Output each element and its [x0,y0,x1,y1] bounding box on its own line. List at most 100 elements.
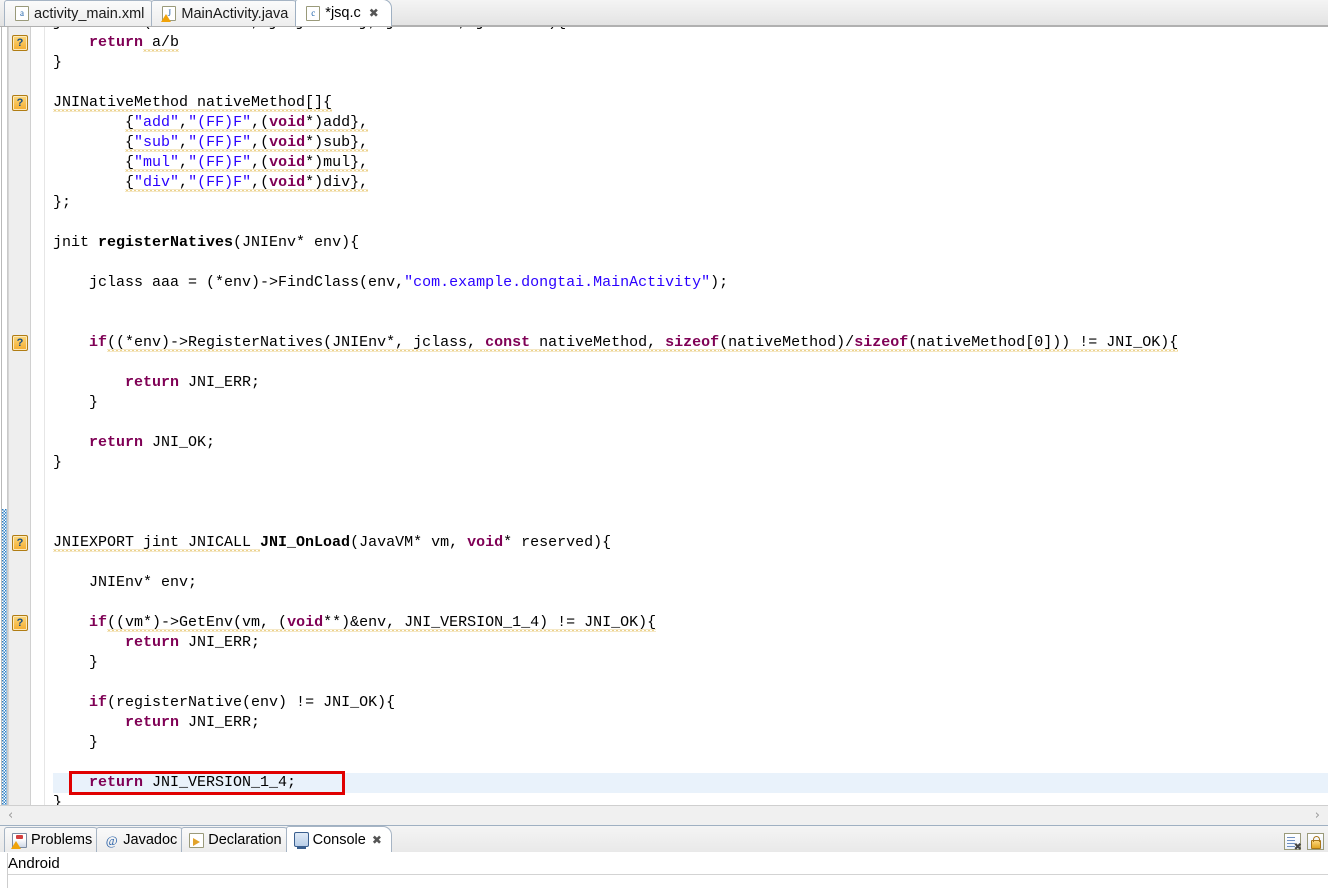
close-icon[interactable]: ✖ [369,7,379,19]
code-line[interactable]: JNIEnv* env; [53,573,1328,593]
code-line-content: {"div","(FF)F",(void*)div}, [125,174,369,192]
code-token: sizeof [854,334,909,351]
code-token: void [287,614,324,631]
code-line[interactable]: return a/b [53,33,1328,53]
code-line[interactable] [53,673,1328,693]
warning-marker[interactable] [12,535,28,551]
code-line[interactable] [53,753,1328,773]
code-token: "(FF)F" [188,154,252,171]
code-line[interactable]: } [53,453,1328,473]
code-line[interactable]: jclass aaa = (*env)->FindClass(env,"com.… [53,273,1328,293]
code-line[interactable] [53,293,1328,313]
code-token: , [179,174,189,191]
code-line[interactable]: {"mul","(FF)F",(void*)mul}, [53,153,1328,173]
code-line[interactable]: {"div","(FF)F",(void*)div}, [53,173,1328,193]
editor-tab-label: *jsq.c [325,5,361,21]
close-icon[interactable]: ✖ [372,833,382,847]
code-line-content: jfloat div(JNIEnv* env, jobject obj, jfl… [53,27,566,31]
code-line[interactable]: } [53,793,1328,805]
code-token: { [125,174,135,191]
code-line[interactable]: } [53,53,1328,73]
editor-horizontal-scrollbar[interactable]: ‹ › [0,805,1328,825]
code-line[interactable] [53,253,1328,273]
editor-tab-activity-main-xml[interactable]: activity_main.xml [4,0,158,26]
code-line[interactable]: return JNI_OK; [53,433,1328,453]
code-line[interactable]: {"sub","(FF)F",(void*)sub}, [53,133,1328,153]
code-line[interactable] [53,473,1328,493]
code-line[interactable]: return JNI_VERSION_1_4; [53,773,1328,793]
code-token: return [125,374,180,391]
scroll-right-arrow-icon[interactable]: › [1315,808,1320,823]
code-line[interactable] [53,213,1328,233]
tab-problems[interactable]: Problems [4,827,103,852]
code-token: ((*env)->RegisterNatives(JNIEnv*, jclass… [107,334,486,351]
code-token: } [53,54,63,71]
tab-label: Console [312,831,366,848]
code-line[interactable]: JNIEXPORT jint JNICALL JNI_OnLoad(JavaVM… [53,533,1328,553]
code-line[interactable] [53,493,1328,513]
code-line[interactable]: }; [53,193,1328,213]
code-line[interactable]: } [53,393,1328,413]
code-line[interactable] [53,513,1328,533]
tab-console[interactable]: Console ✖ [285,826,392,852]
code-line[interactable] [53,313,1328,333]
code-line[interactable]: JNINativeMethod nativeMethod[]{ [53,93,1328,113]
code-editor[interactable]: jfloat div(JNIEnv* env, jobject obj, jfl… [0,27,1328,805]
code-line[interactable] [53,353,1328,373]
code-line-content: } [89,654,98,671]
code-line-content: {"mul","(FF)F",(void*)mul}, [125,154,369,172]
tab-declaration[interactable]: Declaration [181,827,292,852]
code-line[interactable]: jnit registerNatives(JNIEnv* env){ [53,233,1328,253]
code-line-content: jnit registerNatives(JNIEnv* env){ [53,234,359,251]
editor-tab-jsq-c[interactable]: *jsq.c ✖ [295,0,392,26]
code-token: JNIEXPORT jint JNICALL [53,534,261,551]
warning-marker[interactable] [12,615,28,631]
code-line[interactable] [53,73,1328,93]
tab-javadoc[interactable]: @ Javadoc [96,827,188,852]
code-text-area[interactable]: jfloat div(JNIEnv* env, jobject obj, jfl… [45,27,1328,805]
clear-console-icon[interactable] [1284,833,1302,853]
code-line-content: }; [53,194,71,211]
code-line[interactable]: } [53,653,1328,673]
console-title: Android [0,853,1328,875]
code-line[interactable] [53,553,1328,573]
scroll-lock-icon[interactable] [1307,833,1324,850]
code-line[interactable]: {"add","(FF)F",(void*)add}, [53,113,1328,133]
editor-annotation-gutter[interactable] [9,27,31,805]
code-line-content: return JNI_ERR; [125,374,260,391]
code-token: if [89,334,108,351]
warning-marker[interactable] [12,95,28,111]
code-token: sizeof [665,334,720,351]
editor-folding-column[interactable] [31,27,45,805]
code-token: JNI_ERR; [179,634,261,651]
code-token: void [269,114,306,131]
c-file-icon [306,5,321,21]
warning-marker[interactable] [12,35,28,51]
code-line[interactable]: return JNI_ERR; [53,373,1328,393]
code-line-content: if((vm*)->GetEnv(vm, (void**)&env, JNI_V… [89,614,657,632]
code-line-content: } [53,54,62,71]
code-token: JNI_ERR; [179,374,261,391]
code-token: *)mul}, [305,154,369,171]
warning-marker[interactable] [12,335,28,351]
code-line[interactable]: if((vm*)->GetEnv(vm, (void**)&env, JNI_V… [53,613,1328,633]
code-line[interactable]: if((*env)->RegisterNatives(JNIEnv*, jcla… [53,333,1328,353]
code-token: "(FF)F" [188,114,252,131]
code-line[interactable]: return JNI_ERR; [53,633,1328,653]
code-line[interactable]: if(registerNative(env) != JNI_OK){ [53,693,1328,713]
code-line[interactable] [53,593,1328,613]
console-content[interactable]: Android [0,852,1328,888]
code-line-content: return a/b [89,34,180,52]
code-line[interactable]: } [53,733,1328,753]
scroll-left-arrow-icon[interactable]: ‹ [8,808,13,823]
code-token: jfloat [53,27,116,31]
editor-tab-mainactivity-java[interactable]: MainActivity.java [151,0,302,26]
code-line-content: return JNI_ERR; [125,634,260,651]
code-line[interactable] [53,413,1328,433]
code-token: return [89,34,144,51]
code-token: void [467,534,504,551]
code-line[interactable]: return JNI_ERR; [53,713,1328,733]
